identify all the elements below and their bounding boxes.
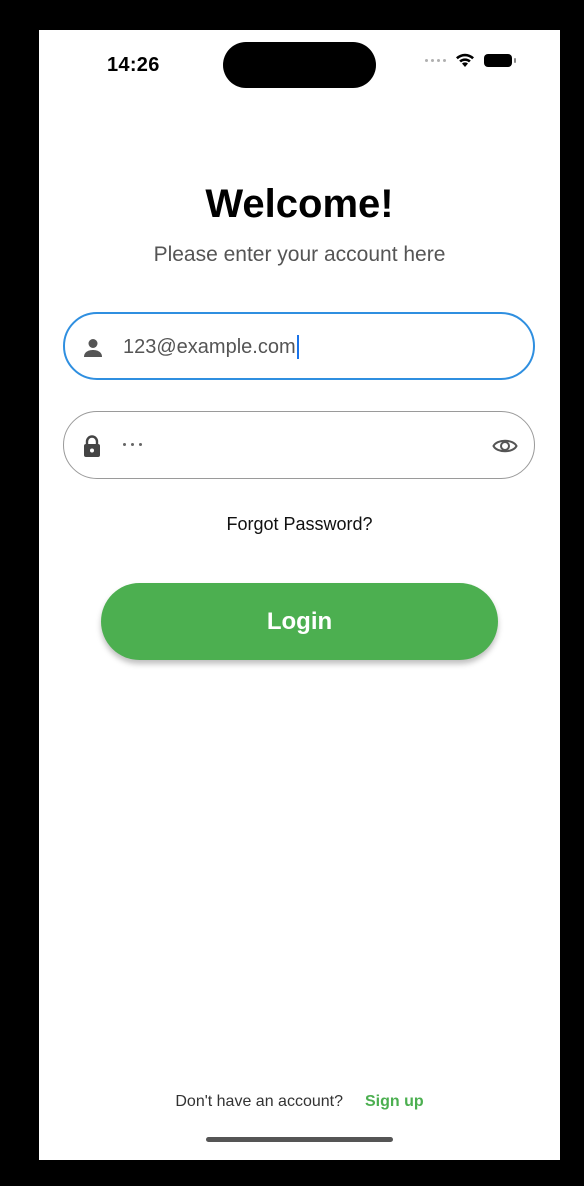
forgot-password-link[interactable]: Forgot Password? [39, 514, 560, 535]
home-indicator[interactable] [206, 1137, 393, 1142]
signal-dots-icon [425, 58, 446, 62]
page-subtitle: Please enter your account here [153, 243, 446, 266]
password-input[interactable] [123, 443, 142, 446]
status-icons [425, 52, 516, 68]
lock-icon [84, 435, 100, 457]
page-title: Welcome! [205, 182, 394, 226]
password-field[interactable] [63, 411, 535, 479]
email-input[interactable]: 123@example.com [123, 335, 299, 359]
battery-icon [484, 53, 516, 67]
eye-icon[interactable] [492, 434, 518, 458]
email-field[interactable]: 123@example.com [63, 312, 535, 380]
email-value: 123@example.com [123, 335, 296, 358]
dynamic-island [223, 42, 376, 88]
signup-link[interactable]: Sign up [365, 1093, 424, 1111]
person-icon [84, 339, 102, 357]
text-caret [296, 335, 299, 359]
wifi-icon [456, 53, 474, 67]
login-button[interactable]: Login [101, 583, 498, 660]
app-screen: 14:26 Welcome! Please enter your account… [39, 30, 560, 1160]
status-time: 14:26 [107, 54, 160, 76]
signup-row: Don't have an account? Sign up [39, 1093, 560, 1111]
signup-prompt: Don't have an account? [175, 1093, 343, 1110]
